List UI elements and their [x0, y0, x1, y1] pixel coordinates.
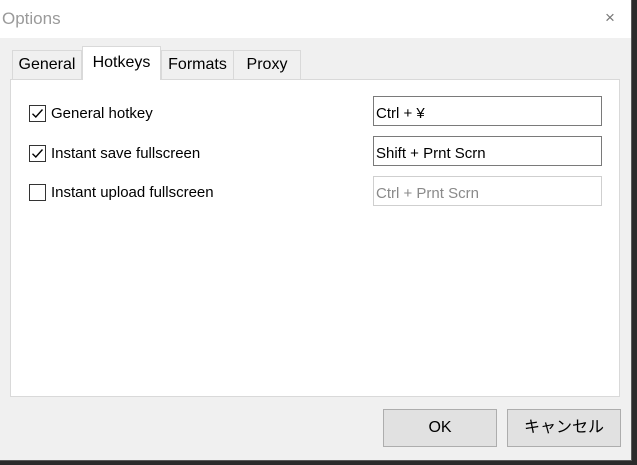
general-hotkey-label[interactable]: General hotkey — [51, 105, 153, 122]
tab-hotkeys[interactable]: Hotkeys — [82, 46, 161, 80]
tab-proxy[interactable]: Proxy — [233, 50, 301, 79]
instant-upload-fullscreen-label[interactable]: Instant upload fullscreen — [51, 184, 214, 201]
hotkey-row-instant-upload: Instant upload fullscreen — [29, 181, 214, 203]
ok-button[interactable]: OK — [383, 409, 497, 447]
window-title: Options — [2, 9, 61, 28]
instant-upload-fullscreen-input — [373, 176, 602, 206]
general-hotkey-checkbox[interactable] — [29, 104, 46, 122]
hotkeys-panel: General hotkey Instant save fullscreen I… — [10, 79, 620, 397]
options-dialog: Options × General Hotkeys Formats Proxy … — [0, 0, 632, 461]
hotkey-row-instant-save: Instant save fullscreen — [29, 142, 200, 164]
hotkey-row-general: General hotkey — [29, 102, 153, 124]
cancel-button[interactable]: キャンセル — [507, 409, 621, 447]
tab-formats[interactable]: Formats — [161, 50, 234, 79]
instant-save-fullscreen-label[interactable]: Instant save fullscreen — [51, 145, 200, 162]
close-icon[interactable]: × — [603, 8, 617, 28]
checkmark-icon — [32, 108, 44, 118]
title-bar[interactable]: Options × — [0, 0, 631, 38]
tab-general[interactable]: General — [12, 50, 82, 79]
instant-save-fullscreen-checkbox[interactable] — [29, 144, 46, 162]
instant-upload-fullscreen-checkbox[interactable] — [29, 183, 46, 201]
checkmark-icon — [32, 148, 44, 158]
instant-save-fullscreen-input[interactable] — [373, 136, 602, 166]
general-hotkey-input[interactable] — [373, 96, 602, 126]
